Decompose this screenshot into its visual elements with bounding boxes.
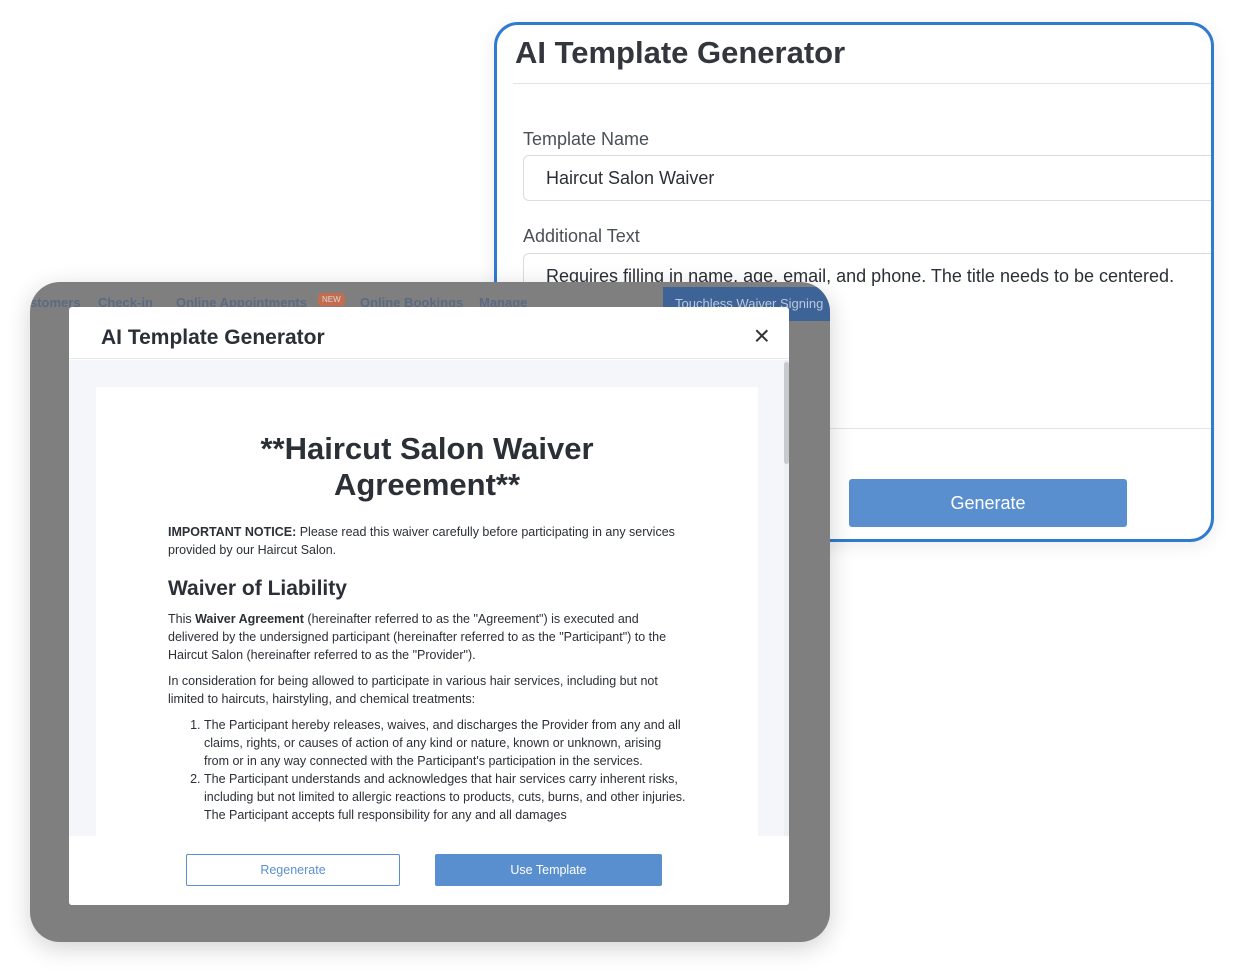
additional-text-label: Additional Text [523,226,640,246]
terms-list: The Participant hereby releases, waives,… [168,716,686,824]
generate-button[interactable]: Generate [849,479,1127,527]
form-title: AI Template Generator [515,35,846,70]
modal-footer: Regenerate Use Template [69,836,789,905]
close-icon[interactable]: × [754,322,770,350]
app-window: stomers Check-in Online Appointments NEW… [30,282,830,942]
notice-label: IMPORTANT NOTICE: [168,525,297,539]
document-title: **Haircut Salon Waiver Agreement** [260,431,594,502]
important-notice: IMPORTANT NOTICE: Please read this waive… [168,523,686,559]
ai-template-modal: AI Template Generator × **Haircut Salon … [69,307,789,905]
document-preview: **Haircut Salon Waiver Agreement** IMPOR… [96,387,758,836]
paragraph: This Waiver Agreement (hereinafter refer… [168,610,686,664]
divider [513,83,1211,84]
scrollbar-thumb[interactable] [784,362,789,464]
template-name-label: Template Name [523,129,650,149]
section-heading: Waiver of Liability [168,577,347,600]
use-template-button[interactable]: Use Template [435,854,662,886]
new-badge: NEW [318,293,345,306]
paragraph: In consideration for being allowed to pa… [168,674,658,706]
paragraph-text: This [168,612,196,626]
template-name-input[interactable]: Haircut Salon Waiver [523,155,1211,201]
list-item: The Participant hereby releases, waives,… [204,716,686,770]
list-item: The Participant understands and acknowle… [204,770,686,824]
modal-header: AI Template Generator × [69,307,789,359]
template-preview[interactable]: **Haircut Salon Waiver Agreement** IMPOR… [69,360,789,836]
modal-title: AI Template Generator [101,326,325,349]
scrollbar[interactable] [784,360,789,836]
paragraph-bold: Waiver Agreement [195,612,304,626]
regenerate-button[interactable]: Regenerate [186,854,400,886]
